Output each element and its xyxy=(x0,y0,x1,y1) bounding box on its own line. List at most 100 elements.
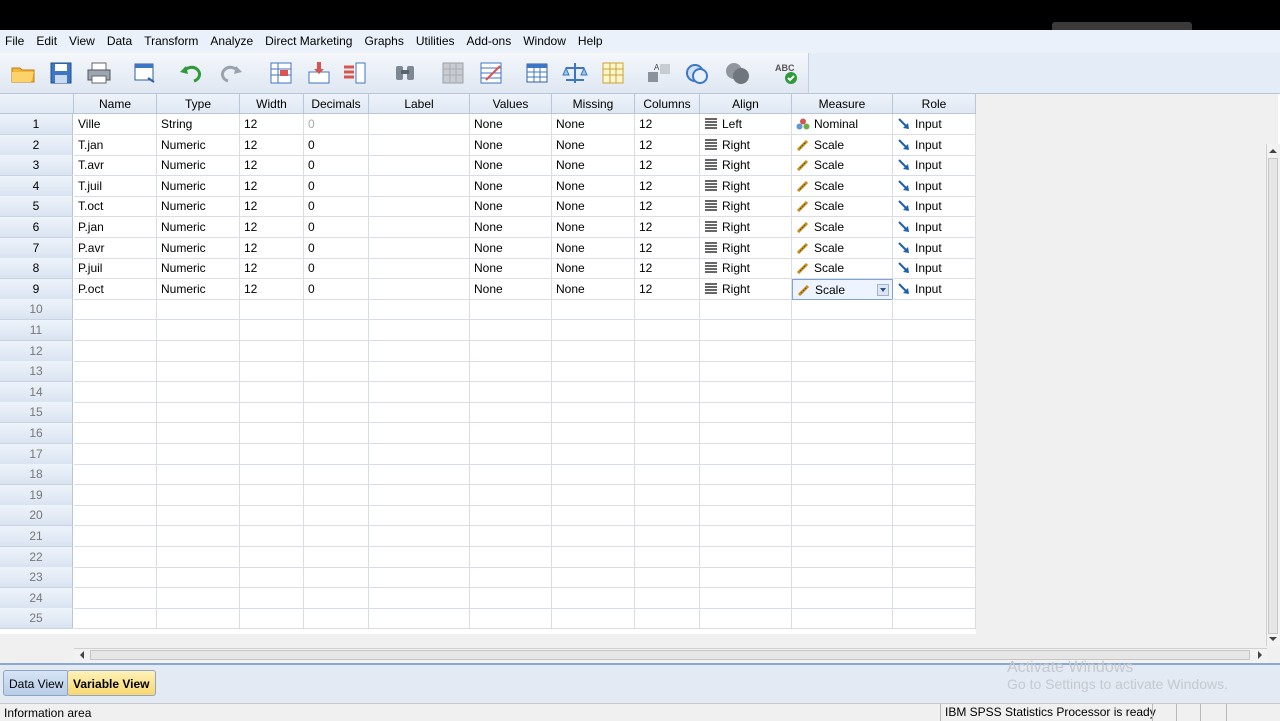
cell-missing[interactable]: None xyxy=(552,217,635,238)
row-header[interactable]: 21 xyxy=(0,526,73,547)
cell-type[interactable]: Numeric xyxy=(157,155,240,176)
cell-columns[interactable]: 12 xyxy=(635,279,700,300)
cell-measure[interactable] xyxy=(792,588,893,609)
cell-label[interactable] xyxy=(369,361,470,382)
cell-label[interactable] xyxy=(369,464,470,485)
cell-decimals[interactable] xyxy=(304,608,369,629)
menu-window[interactable]: Window xyxy=(518,30,573,52)
cell-columns[interactable] xyxy=(635,402,700,423)
column-header-measure[interactable]: Measure xyxy=(792,94,893,114)
cell-width[interactable]: 12 xyxy=(240,238,304,259)
menu-help[interactable]: Help xyxy=(573,30,610,52)
cell-missing[interactable] xyxy=(552,547,635,568)
column-header-name[interactable]: Name xyxy=(74,94,157,114)
cell-measure[interactable] xyxy=(792,382,893,403)
row-header[interactable]: 7 xyxy=(0,238,73,259)
open-folder-button[interactable] xyxy=(8,59,38,87)
cell-width[interactable] xyxy=(240,526,304,547)
cell-columns[interactable] xyxy=(635,299,700,320)
cell-type[interactable]: Numeric xyxy=(157,135,240,156)
row-header[interactable]: 6 xyxy=(0,217,73,238)
cell-align[interactable]: Right xyxy=(700,155,792,176)
cell-columns[interactable] xyxy=(635,341,700,362)
cell-name[interactable] xyxy=(74,320,157,341)
cell-role[interactable]: Input xyxy=(893,135,976,156)
cell-width[interactable] xyxy=(240,485,304,506)
row-header[interactable]: 17 xyxy=(0,444,73,465)
cell-label[interactable] xyxy=(369,176,470,197)
cell-missing[interactable] xyxy=(552,361,635,382)
cell-measure[interactable] xyxy=(792,423,893,444)
redo-button[interactable] xyxy=(216,59,246,87)
cell-label[interactable] xyxy=(369,485,470,506)
menu-graphs[interactable]: Graphs xyxy=(359,30,410,52)
cell-role[interactable]: Input xyxy=(893,238,976,259)
cell-role[interactable] xyxy=(893,547,976,568)
cell-role[interactable] xyxy=(893,567,976,588)
row-header[interactable]: 23 xyxy=(0,567,73,588)
row-header[interactable]: 5 xyxy=(0,196,73,217)
cell-width[interactable] xyxy=(240,361,304,382)
cell-align[interactable] xyxy=(700,505,792,526)
cell-missing[interactable] xyxy=(552,382,635,403)
cell-name[interactable] xyxy=(74,485,157,506)
cell-name[interactable]: P.juil xyxy=(74,258,157,279)
cell-values[interactable] xyxy=(470,526,552,547)
cell-decimals[interactable] xyxy=(304,361,369,382)
cell-label[interactable] xyxy=(369,608,470,629)
cell-columns[interactable] xyxy=(635,567,700,588)
cell-decimals[interactable] xyxy=(304,464,369,485)
row-header[interactable]: 16 xyxy=(0,423,73,444)
cell-decimals[interactable]: 0 xyxy=(304,238,369,259)
cell-decimals[interactable]: 0 xyxy=(304,258,369,279)
cell-label[interactable] xyxy=(369,341,470,362)
cell-type[interactable] xyxy=(157,547,240,568)
cell-width[interactable] xyxy=(240,423,304,444)
cell-name[interactable] xyxy=(74,361,157,382)
cell-width[interactable] xyxy=(240,402,304,423)
cell-values[interactable]: None xyxy=(470,176,552,197)
grid-corner[interactable] xyxy=(0,94,74,114)
cell-width[interactable] xyxy=(240,505,304,526)
cell-decimals[interactable]: 0 xyxy=(304,176,369,197)
cell-label[interactable] xyxy=(369,526,470,547)
cell-values[interactable] xyxy=(470,567,552,588)
cell-values[interactable]: None xyxy=(470,217,552,238)
cell-width[interactable]: 12 xyxy=(240,135,304,156)
cell-role[interactable]: Input xyxy=(893,196,976,217)
cell-missing[interactable] xyxy=(552,464,635,485)
cell-measure[interactable]: Scale xyxy=(792,217,893,238)
scroll-right-arrow-icon[interactable] xyxy=(1255,650,1265,660)
cell-align[interactable]: Right xyxy=(700,217,792,238)
cell-name[interactable]: P.jan xyxy=(74,217,157,238)
cell-decimals[interactable] xyxy=(304,485,369,506)
cell-decimals[interactable] xyxy=(304,526,369,547)
column-header-columns[interactable]: Columns xyxy=(635,94,700,114)
cell-name[interactable] xyxy=(74,444,157,465)
menu-edit[interactable]: Edit xyxy=(31,30,64,52)
cell-width[interactable] xyxy=(240,382,304,403)
cell-type[interactable]: Numeric xyxy=(157,279,240,300)
use-sets-button[interactable] xyxy=(682,59,712,87)
cell-align[interactable]: Right xyxy=(700,279,792,300)
cell-role[interactable] xyxy=(893,423,976,444)
cell-type[interactable] xyxy=(157,505,240,526)
cell-align[interactable] xyxy=(700,526,792,547)
cell-role[interactable]: Input xyxy=(893,176,976,197)
cell-width[interactable]: 12 xyxy=(240,258,304,279)
cell-type[interactable] xyxy=(157,444,240,465)
cell-role[interactable] xyxy=(893,361,976,382)
cell-missing[interactable] xyxy=(552,485,635,506)
cell-align[interactable]: Right xyxy=(700,135,792,156)
cell-align[interactable] xyxy=(700,299,792,320)
cell-role[interactable] xyxy=(893,444,976,465)
cell-label[interactable] xyxy=(369,258,470,279)
cell-name[interactable]: Ville xyxy=(74,114,157,135)
cell-role[interactable] xyxy=(893,505,976,526)
cell-name[interactable] xyxy=(74,341,157,362)
cell-decimals[interactable] xyxy=(304,423,369,444)
cell-values[interactable]: None xyxy=(470,114,552,135)
cell-label[interactable] xyxy=(369,279,470,300)
column-header-missing[interactable]: Missing xyxy=(552,94,635,114)
cell-decimals[interactable]: 0 xyxy=(304,217,369,238)
